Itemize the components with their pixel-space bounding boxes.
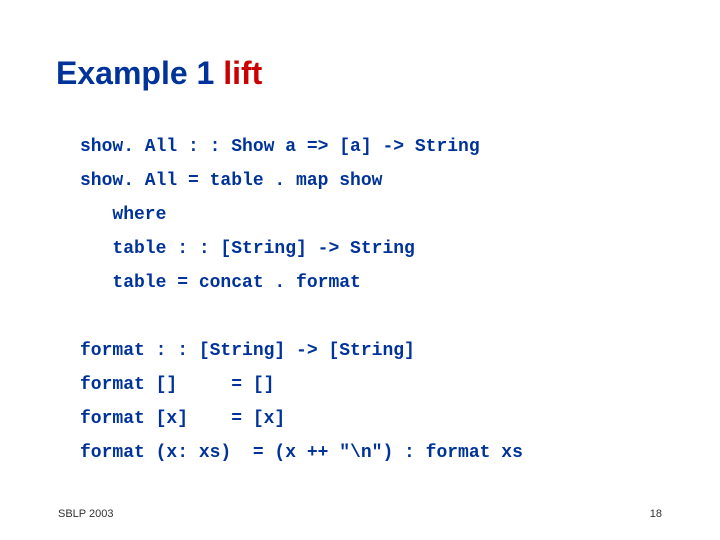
- footer-venue: SBLP 2003: [58, 508, 113, 520]
- title-highlight: lift: [223, 55, 262, 91]
- title-prefix: Example 1: [56, 55, 223, 91]
- code-line: show. All = table . map show: [80, 171, 382, 191]
- code-line: format (x: xs) = (x ++ "\n") : format xs: [80, 443, 523, 463]
- code-block: show. All : : Show a => [a] -> String sh…: [80, 130, 660, 470]
- code-line: format [x] = [x]: [80, 409, 285, 429]
- footer-page-number: 18: [650, 508, 662, 520]
- code-line: table = concat . format: [80, 273, 361, 293]
- slide-title: Example 1 lift: [56, 56, 262, 91]
- code-line: format : : [String] -> [String]: [80, 341, 415, 361]
- code-line: format [] = []: [80, 375, 274, 395]
- code-line: table : : [String] -> String: [80, 239, 415, 259]
- slide: Example 1 lift show. All : : Show a => […: [0, 0, 720, 540]
- code-line: where: [80, 205, 166, 225]
- code-line: show. All : : Show a => [a] -> String: [80, 137, 480, 157]
